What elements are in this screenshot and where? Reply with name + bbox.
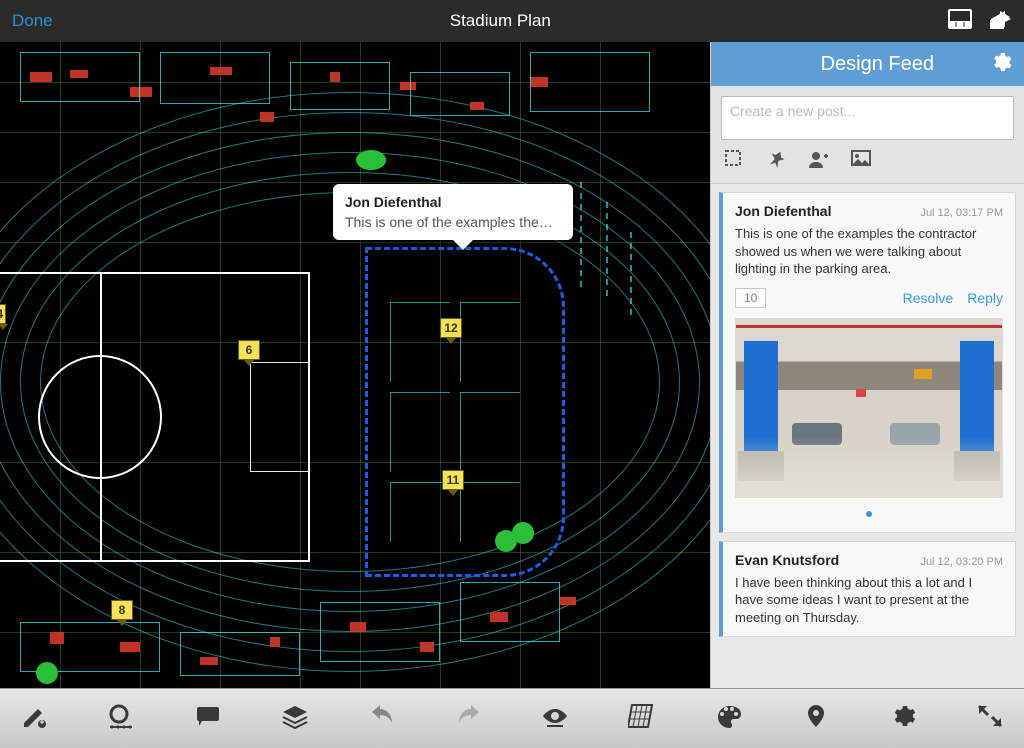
post-attachment[interactable] — [735, 318, 1003, 522]
callout-author: Jon Diefenthal — [345, 194, 561, 210]
grid-icon[interactable] — [628, 703, 656, 734]
feed-marker-dot[interactable] — [512, 522, 534, 544]
top-bar: Done Stadium Plan — [0, 0, 1024, 42]
markup-tool-icon[interactable] — [20, 703, 48, 734]
add-user-icon[interactable] — [809, 150, 829, 173]
pin-icon[interactable] — [767, 150, 787, 173]
post-author: Jon Diefenthal — [735, 203, 831, 219]
post-author: Evan Knutsford — [735, 552, 839, 568]
comment-tool-icon[interactable] — [194, 703, 222, 734]
marker-label: 12 — [440, 318, 462, 338]
poster-view-icon[interactable] — [948, 9, 972, 34]
post-count[interactable]: 10 — [735, 288, 766, 308]
location-icon[interactable] — [802, 703, 830, 734]
cad-drawing — [0, 42, 710, 688]
resolve-button[interactable]: Resolve — [903, 290, 954, 306]
marker-label: 8 — [111, 600, 133, 620]
post-body: I have been thinking about this a lot an… — [735, 574, 1003, 627]
feed-list[interactable]: Jon Diefenthal Jul 12, 03:17 PM This is … — [711, 184, 1024, 688]
panel-header: Design Feed — [711, 42, 1024, 86]
feed-post[interactable]: Jon Diefenthal Jul 12, 03:17 PM This is … — [719, 192, 1016, 533]
bottom-toolbar — [0, 688, 1024, 748]
marker-label: 4 — [0, 304, 6, 324]
post-time: Jul 12, 03:20 PM — [920, 556, 1003, 568]
panel-title: Design Feed — [723, 53, 978, 76]
comment-callout[interactable]: Jon Diefenthal This is one of the exampl… — [333, 184, 573, 240]
select-area-icon[interactable] — [725, 150, 745, 173]
feed-marker-dot[interactable] — [356, 150, 386, 170]
undo-icon[interactable] — [368, 703, 396, 734]
reply-button[interactable]: Reply — [967, 290, 1003, 306]
page-title: Stadium Plan — [450, 11, 551, 31]
palette-icon[interactable] — [715, 703, 743, 734]
marker-label: 6 — [238, 340, 260, 360]
gear-icon[interactable] — [990, 51, 1012, 78]
feed-marker-dot[interactable] — [36, 662, 58, 684]
map-marker[interactable]: 11 — [442, 470, 464, 496]
done-button[interactable]: Done — [12, 11, 53, 31]
map-marker[interactable]: 4 — [0, 304, 14, 330]
settings-icon[interactable] — [889, 703, 917, 734]
fullscreen-icon[interactable] — [976, 703, 1004, 734]
measure-tool-icon[interactable] — [107, 703, 135, 734]
compose-input[interactable]: Create a new post... — [721, 96, 1014, 140]
feed-post[interactable]: Evan Knutsford Jul 12, 03:20 PM I have b… — [719, 541, 1016, 638]
map-marker[interactable]: 6 — [238, 340, 260, 366]
callout-snippet: This is one of the examples the… — [345, 214, 561, 230]
carousel-dots — [735, 504, 1003, 522]
design-feed-panel: Design Feed Create a new post... Jon Die… — [710, 42, 1024, 688]
layers-icon[interactable] — [281, 703, 309, 734]
map-marker[interactable]: 8 — [111, 600, 133, 626]
marker-label: 11 — [442, 470, 464, 490]
post-body: This is one of the examples the contract… — [735, 225, 1003, 278]
visibility-icon[interactable] — [541, 703, 569, 734]
map-marker[interactable]: 12 — [440, 318, 462, 344]
share-icon[interactable] — [988, 9, 1012, 34]
redo-icon[interactable] — [455, 703, 483, 734]
drawing-viewport[interactable]: 4 6 12 11 8 Jon Diefenthal This is one o… — [0, 42, 710, 688]
post-time: Jul 12, 03:17 PM — [920, 207, 1003, 219]
compose-area: Create a new post... — [711, 86, 1024, 184]
image-icon[interactable] — [851, 150, 871, 173]
